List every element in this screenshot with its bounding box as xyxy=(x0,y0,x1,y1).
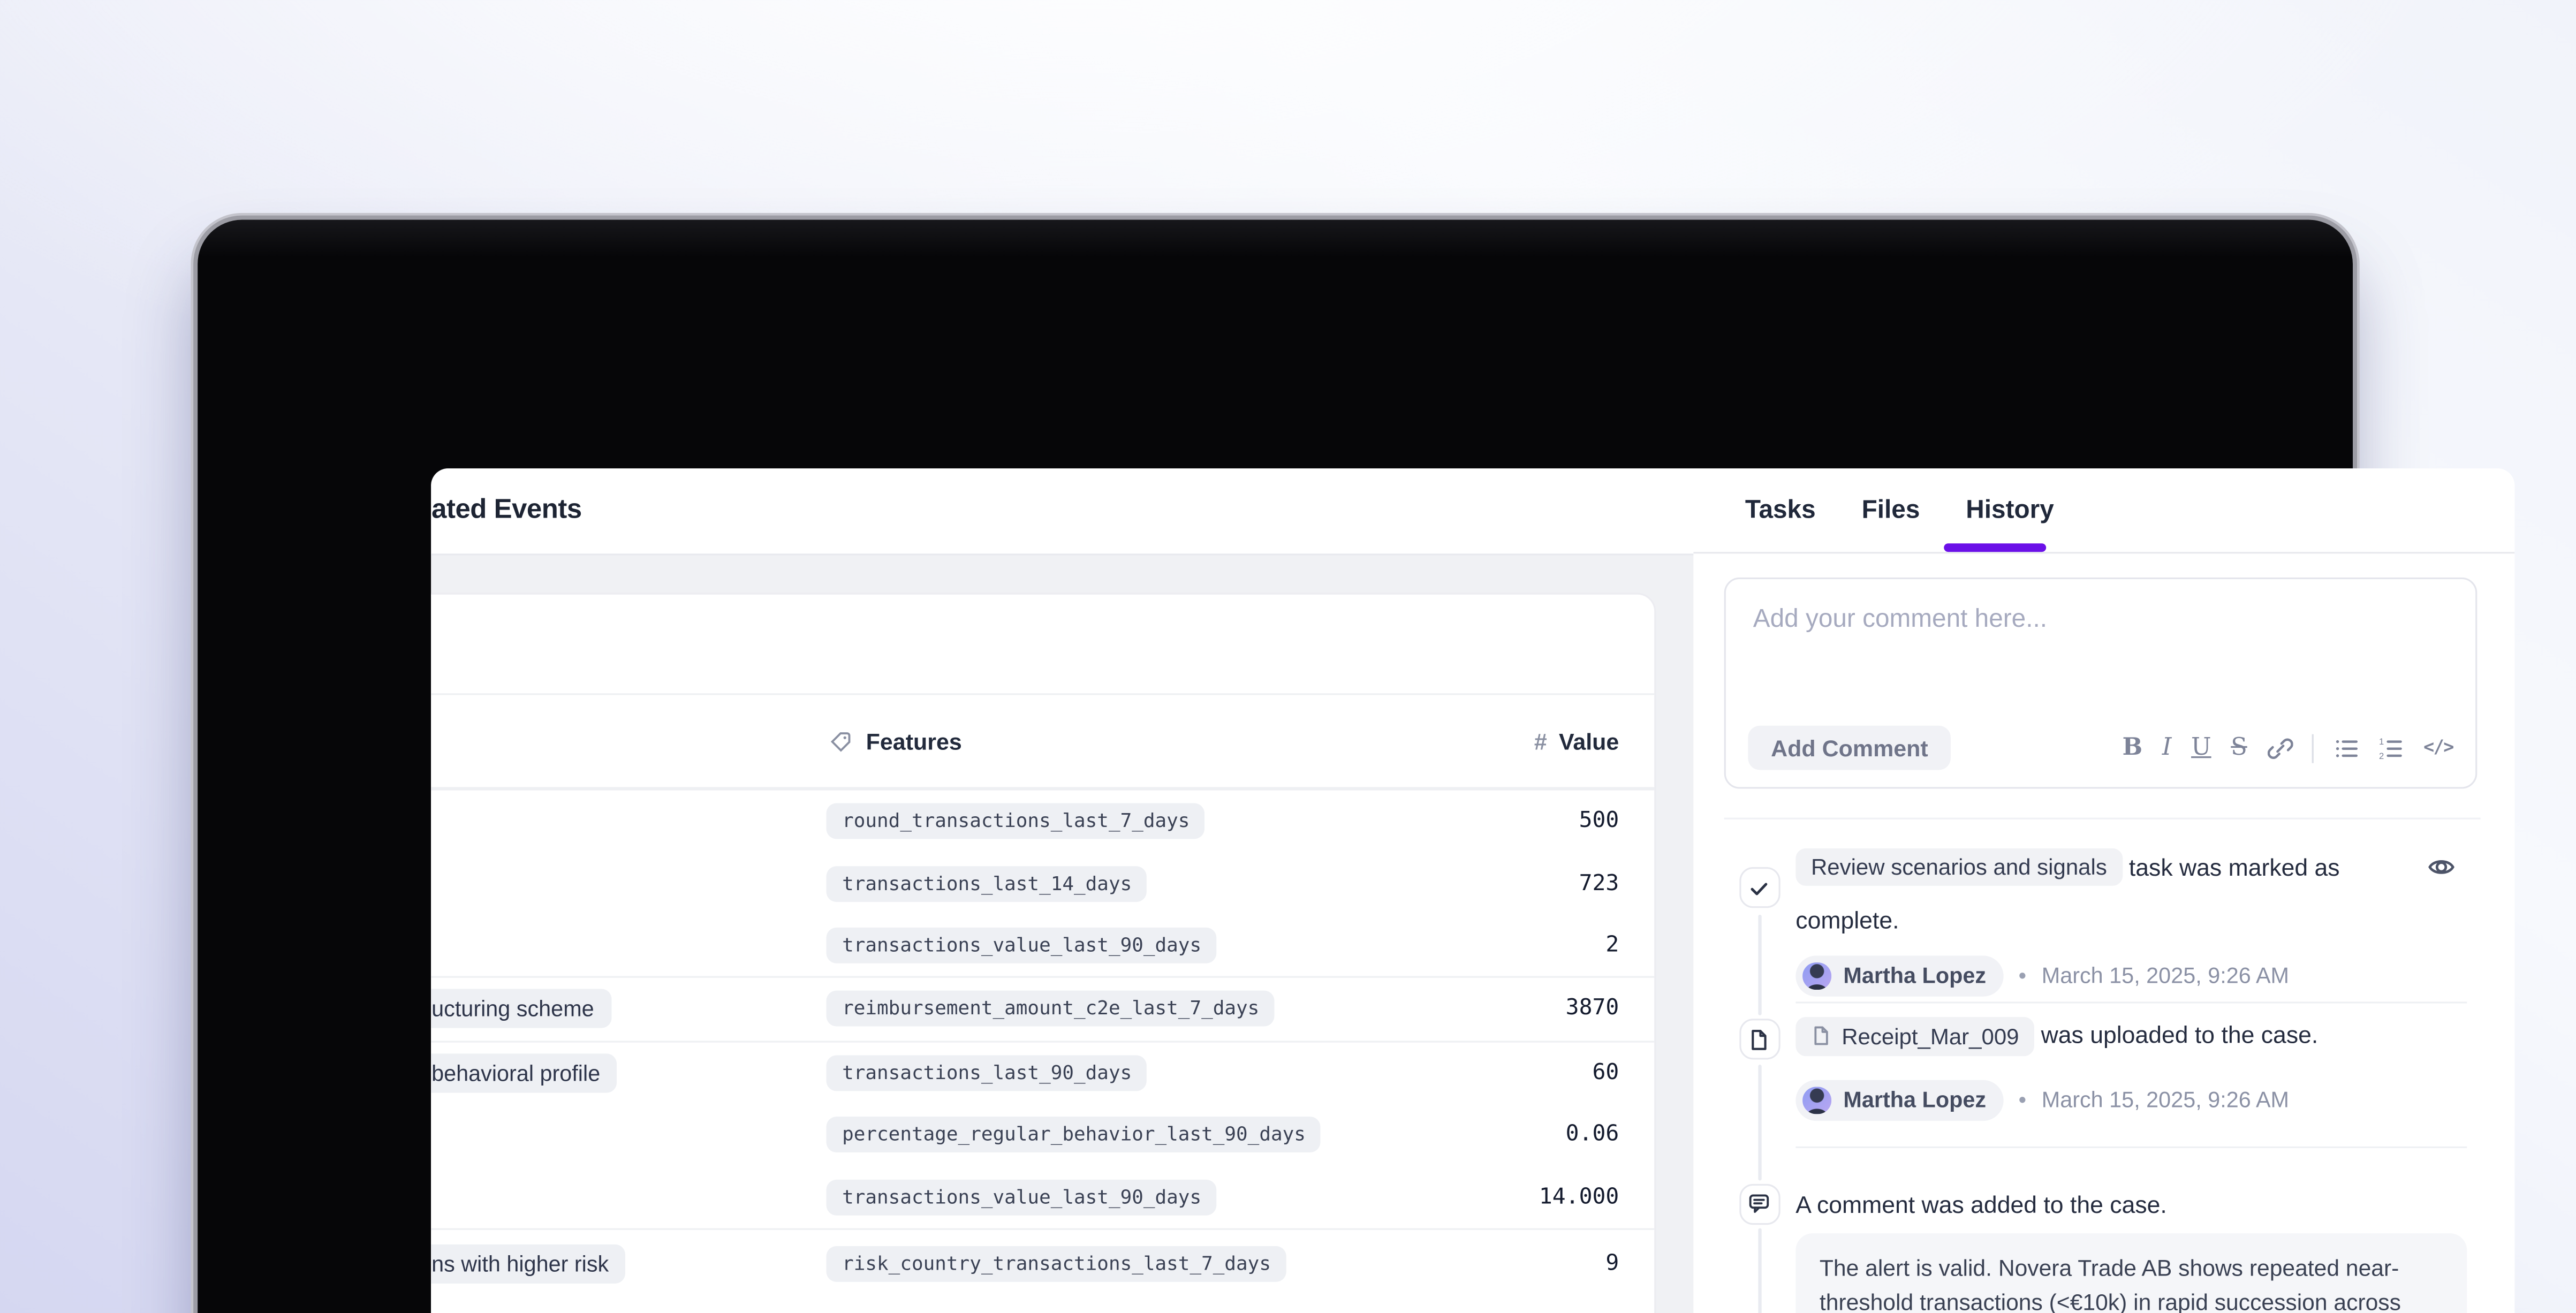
events-panel-header: ated Events xyxy=(431,468,1694,555)
events-panel-body: Features # Value round_transactions xyxy=(431,555,1694,1313)
entry-divider xyxy=(1795,1001,2467,1003)
scenario-group: behavioral profile transactions_last_90_… xyxy=(431,1040,1655,1228)
svg-text:2: 2 xyxy=(2379,750,2384,761)
table-row: transactions_last_14_days 723 xyxy=(431,853,1655,915)
tab-history[interactable]: History xyxy=(1966,495,2054,524)
tag-icon xyxy=(830,730,852,752)
table-row: behavioral profile transactions_last_90_… xyxy=(431,1042,1655,1104)
feature-chip: transactions_value_last_90_days xyxy=(827,928,1216,963)
file-icon xyxy=(1739,1019,1780,1059)
comment-input[interactable]: Add your comment here... xyxy=(1753,604,2047,633)
features-card: Features # Value round_transactions xyxy=(431,595,1655,1313)
history-entry-comment-title: A comment was added to the case. xyxy=(1795,1190,2467,1217)
scenario-group: ns with higher risk risk_country_transac… xyxy=(431,1228,1655,1313)
table-row: transactions_value_last_90_days 14.000 xyxy=(431,1166,1655,1228)
feature-value: 60 xyxy=(1592,1060,1619,1086)
bold-icon[interactable]: B xyxy=(2123,736,2143,760)
history-entry-author: Martha Lopez • March 15, 2025, 9:26 AM xyxy=(1795,956,2467,996)
table-row: percentage_regular_behavior_last_90_days… xyxy=(431,1104,1655,1166)
history-entry-text: was uploaded to the case. xyxy=(2041,1020,2319,1048)
comment-bubble-icon xyxy=(1739,1183,1780,1224)
avatar xyxy=(1804,962,1832,990)
code-icon[interactable]: </> xyxy=(2423,738,2453,758)
feature-chip: transactions_value_last_90_days xyxy=(827,1179,1216,1215)
scenario-group: ucturing scheme reimbursement_amount_c2e… xyxy=(431,976,1655,1040)
author-pill: Martha Lopez xyxy=(1795,1080,2003,1120)
scenario-label-chip: behavioral profile xyxy=(431,1053,617,1092)
table-row: ns with higher risk risk_country_transac… xyxy=(431,1229,1655,1297)
feature-chip: percentage_regular_behavior_last_90_days xyxy=(827,1117,1321,1153)
dot-separator: • xyxy=(2019,1088,2027,1113)
task-complete-check-icon xyxy=(1739,867,1780,908)
laptop-frame: ated Events xyxy=(198,220,2353,1313)
svg-text:1: 1 xyxy=(2379,736,2384,746)
hash-icon: # xyxy=(1534,728,1547,754)
events-panel: ated Events xyxy=(431,468,1694,1313)
entry-divider xyxy=(1795,1147,2467,1149)
timeline-connector xyxy=(1758,1227,1761,1312)
composer-toolbar: Add Comment B I U S xyxy=(1749,726,2453,770)
bullet-list-icon[interactable] xyxy=(2333,735,2359,761)
history-entry-task: Review scenarios and signals task was ma… xyxy=(1795,841,2429,946)
dot-separator: • xyxy=(2019,963,2027,989)
link-icon[interactable] xyxy=(2267,735,2292,761)
timestamp: March 15, 2025, 9:26 AM xyxy=(2042,963,2289,989)
feature-chip: round_transactions_last_7_days xyxy=(827,803,1205,839)
composer-divider xyxy=(1725,817,2481,818)
app-window: ated Events xyxy=(431,468,2514,1313)
tab-files[interactable]: Files xyxy=(1862,495,1920,524)
history-entry-file: Receipt_Mar_009 was uploaded to the case… xyxy=(1795,1016,2467,1056)
active-tab-indicator xyxy=(1944,544,2047,551)
table-row: ucturing scheme reimbursement_amount_c2e… xyxy=(431,978,1655,1041)
comment-body: The alert is valid. Novera Trade AB show… xyxy=(1795,1233,2467,1313)
strikethrough-icon[interactable]: S xyxy=(2231,736,2247,760)
feature-chip: risk_country_transactions_last_7_days xyxy=(827,1246,1286,1281)
italic-icon[interactable]: I xyxy=(2162,736,2172,760)
scenario-label-chip: ns with higher risk xyxy=(431,1244,626,1283)
feature-value: 0.06 xyxy=(1566,1122,1619,1148)
desktop-background: ated Events xyxy=(0,0,2576,1313)
task-chip[interactable]: Review scenarios and signals xyxy=(1795,848,2122,886)
timestamp: March 15, 2025, 9:26 AM xyxy=(2042,1088,2289,1113)
table-row: transactions_value_last_90_days 2 xyxy=(431,915,1655,977)
file-chip[interactable]: Receipt_Mar_009 xyxy=(1795,1016,2034,1056)
feature-value: 9 xyxy=(1605,1251,1619,1277)
features-column-header: Features xyxy=(830,695,962,787)
comment-composer[interactable]: Add your comment here... Add Comment B I… xyxy=(1725,577,2477,789)
feature-value: 500 xyxy=(1579,809,1619,834)
timeline-connector xyxy=(1758,1065,1761,1180)
table-row: round_transactions_last_7_days 500 xyxy=(431,791,1655,853)
scenario-label-chip: ucturing scheme xyxy=(431,990,611,1029)
value-column-header: # Value xyxy=(1534,695,1619,787)
author-pill: Martha Lopez xyxy=(1795,956,2003,996)
feature-value: 723 xyxy=(1579,871,1619,897)
add-comment-button[interactable]: Add Comment xyxy=(1749,726,1950,770)
feature-value: 3870 xyxy=(1566,997,1619,1022)
features-table-header: Features # Value xyxy=(431,695,1655,789)
eye-icon[interactable] xyxy=(2427,853,2454,880)
feature-value: 2 xyxy=(1605,933,1619,959)
page-title: ated Events xyxy=(431,495,582,526)
tab-tasks[interactable]: Tasks xyxy=(1745,495,1816,524)
table-row: risk_country_value_30_days 4.800 xyxy=(431,1298,1655,1313)
feature-chip: reimbursement_amount_c2e_last_7_days xyxy=(827,991,1275,1027)
case-side-panel: Tasks Files History Add your comment her… xyxy=(1694,468,2514,1313)
toolbar-separator xyxy=(2312,733,2314,762)
feature-chip: transactions_last_14_days xyxy=(827,866,1147,901)
feature-value: 14.000 xyxy=(1539,1184,1619,1210)
side-panel-tabs: Tasks Files History xyxy=(1694,468,2514,553)
scenario-group: round_transactions_last_7_days 500 trans… xyxy=(431,789,1655,977)
timeline-connector xyxy=(1758,915,1761,1015)
underline-icon[interactable]: U xyxy=(2191,736,2211,760)
features-card-header xyxy=(431,595,1655,695)
avatar xyxy=(1804,1086,1832,1114)
history-entry-author: Martha Lopez • March 15, 2025, 9:26 AM xyxy=(1795,1080,2467,1120)
feature-chip: transactions_last_90_days xyxy=(827,1055,1147,1091)
ordered-list-icon[interactable]: 1 2 xyxy=(2378,735,2404,761)
formatting-toolbar: B I U S xyxy=(2123,733,2453,762)
